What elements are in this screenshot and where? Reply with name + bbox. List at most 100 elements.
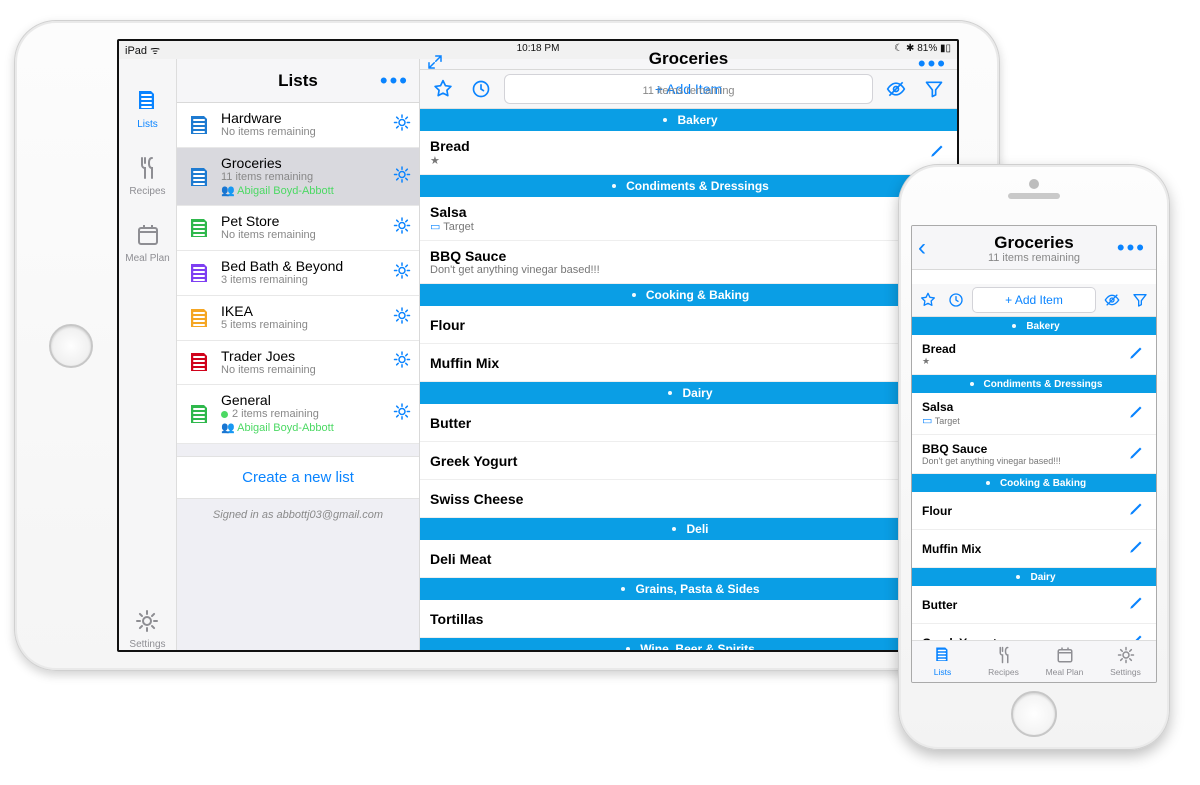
list-settings-icon[interactable] <box>393 165 411 188</box>
iphone-camera <box>1029 179 1039 189</box>
grocery-item[interactable]: Salsa▭ Target <box>912 393 1156 435</box>
list-name: Hardware <box>221 110 409 126</box>
grocery-item[interactable]: Bread★ <box>912 335 1156 375</box>
history-icon[interactable] <box>944 288 968 312</box>
list-name: Groceries <box>221 155 409 171</box>
list-row[interactable]: Groceries 11 items remaining👥 Abigail Bo… <box>177 148 419 207</box>
list-subtitle: 5 items remaining <box>221 319 409 333</box>
add-item-field[interactable]: + Add Item <box>972 287 1096 313</box>
item-name: Tortillas <box>430 611 929 627</box>
grocery-item[interactable]: Swiss Cheese <box>420 480 957 518</box>
detail-title: Groceries <box>649 49 728 69</box>
lists-more-icon[interactable]: ••• <box>380 68 409 94</box>
ipad-home-button[interactable] <box>49 324 93 368</box>
tab-meal-plan[interactable]: Meal Plan <box>125 223 169 264</box>
list-row[interactable]: Bed Bath & Beyond 3 items remaining <box>177 251 419 296</box>
list-subtitle: 3 items remaining <box>221 274 409 288</box>
item-name: Muffin Mix <box>430 355 929 371</box>
expand-icon[interactable] <box>426 53 444 76</box>
list-settings-icon[interactable] <box>393 217 411 240</box>
item-name: Bread <box>430 138 929 154</box>
section-header: Cooking & Baking <box>420 284 957 306</box>
list-row[interactable]: General 2 items remaining👥 Abigail Boyd-… <box>177 385 419 444</box>
create-list-button[interactable]: Create a new list <box>177 456 419 499</box>
detail-subtitle: 11 items remaining <box>420 85 957 97</box>
grocery-item[interactable]: Muffin Mix <box>420 344 957 382</box>
grocery-item[interactable]: Salsa▭ Target <box>420 197 957 241</box>
tab-recipes[interactable]: Recipes <box>129 156 165 197</box>
tab-settings[interactable]: Settings <box>129 609 165 650</box>
edit-icon[interactable] <box>1128 537 1146 560</box>
gear-icon <box>135 609 159 636</box>
item-name: Flour <box>430 317 929 333</box>
list-settings-icon[interactable] <box>393 261 411 284</box>
edit-icon[interactable] <box>1128 343 1146 366</box>
list-settings-icon[interactable] <box>393 351 411 374</box>
list-subtitle: 11 items remaining👥 Abigail Boyd-Abbott <box>221 171 409 199</box>
list-settings-icon[interactable] <box>393 403 411 426</box>
grocery-item[interactable]: Butter <box>912 586 1156 624</box>
item-name: Swiss Cheese <box>430 491 929 507</box>
tab-lists[interactable]: Lists <box>912 641 973 682</box>
tab-meal-plan[interactable]: Meal Plan <box>1034 641 1095 682</box>
grocery-item[interactable]: Flour <box>420 306 957 344</box>
tab-icon <box>995 646 1013 666</box>
grocery-item[interactable]: Deli Meat <box>420 540 957 578</box>
section-header: Condiments & Dressings <box>420 175 957 197</box>
tab-lists[interactable]: Lists <box>136 89 160 130</box>
tab-settings[interactable]: Settings <box>1095 641 1156 682</box>
edit-icon[interactable] <box>1128 593 1146 616</box>
grocery-item[interactable]: Flour <box>912 492 1156 530</box>
grocery-item[interactable]: BBQ SauceDon't get anything vinegar base… <box>912 435 1156 474</box>
list-name: Bed Bath & Beyond <box>221 258 409 274</box>
iphone-more-icon[interactable]: ••• <box>1117 235 1146 261</box>
section-header: Dairy <box>912 568 1156 586</box>
filter-icon[interactable] <box>1128 288 1152 312</box>
star-icon[interactable] <box>916 288 940 312</box>
iphone-home-button[interactable] <box>1011 691 1057 737</box>
grocery-item[interactable]: Muffin Mix <box>912 530 1156 568</box>
list-row[interactable]: Trader Joes No items remaining <box>177 341 419 386</box>
ipad-tabbar: Lists Recipes Meal Plan Settings <box>119 59 177 650</box>
detail-more-icon[interactable]: ••• <box>918 51 947 77</box>
list-subtitle: No items remaining <box>221 229 409 243</box>
grocery-item[interactable]: BBQ SauceDon't get anything vinegar base… <box>420 241 957 284</box>
edit-icon[interactable] <box>1128 499 1146 522</box>
grocery-item[interactable]: Bread★ <box>420 131 957 175</box>
hide-completed-icon[interactable] <box>1100 288 1124 312</box>
grocery-item[interactable]: Greek Yogurt <box>912 624 1156 640</box>
edit-icon[interactable] <box>1128 631 1146 640</box>
list-settings-icon[interactable] <box>393 113 411 136</box>
item-name: Butter <box>922 598 1128 612</box>
tab-icon <box>934 646 952 666</box>
tab-recipes[interactable]: Recipes <box>973 641 1034 682</box>
item-name: Salsa <box>430 204 929 220</box>
item-subtitle: ★ <box>430 154 929 167</box>
list-subtitle: 2 items remaining👥 Abigail Boyd-Abbott <box>221 408 409 436</box>
item-name: Deli Meat <box>430 551 929 567</box>
tab-icon <box>1117 646 1135 666</box>
iphone-toolbar: + Add Item <box>912 284 1156 317</box>
item-name: Muffin Mix <box>922 542 1128 556</box>
grocery-item[interactable]: Tortillas <box>420 600 957 638</box>
list-settings-icon[interactable] <box>393 306 411 329</box>
item-subtitle: Don't get anything vinegar based!!! <box>922 456 1128 466</box>
item-subtitle: ▭ Target <box>430 220 929 233</box>
list-row[interactable]: IKEA 5 items remaining <box>177 296 419 341</box>
list-name: General <box>221 392 409 408</box>
edit-icon[interactable] <box>929 141 947 164</box>
list-row[interactable]: Hardware No items remaining <box>177 103 419 148</box>
iphone-device: ●●●○○ AT&T LTE 7:58 PM ⚙ ✱ ▮▯ ‹ Grocerie… <box>898 164 1170 750</box>
grocery-item[interactable]: Butter <box>420 404 957 442</box>
list-row[interactable]: Pet Store No items remaining <box>177 206 419 251</box>
section-header: Wine, Beer & Spirits <box>420 638 957 652</box>
item-subtitle: ★ <box>922 356 1128 367</box>
section-header: Bakery <box>420 109 957 131</box>
ipad-device: iPad ᯤ 10:18 PM ☾ ✱ 81% ▮▯ ListsRecipesM… <box>14 20 1000 671</box>
list-subtitle: No items remaining <box>221 364 409 378</box>
grocery-item[interactable]: Greek Yogurt <box>420 442 957 480</box>
signed-in-text: Signed in as abbottj03@gmail.com <box>177 499 419 521</box>
list-icon <box>136 89 160 116</box>
edit-icon[interactable] <box>1128 402 1146 425</box>
edit-icon[interactable] <box>1128 443 1146 466</box>
